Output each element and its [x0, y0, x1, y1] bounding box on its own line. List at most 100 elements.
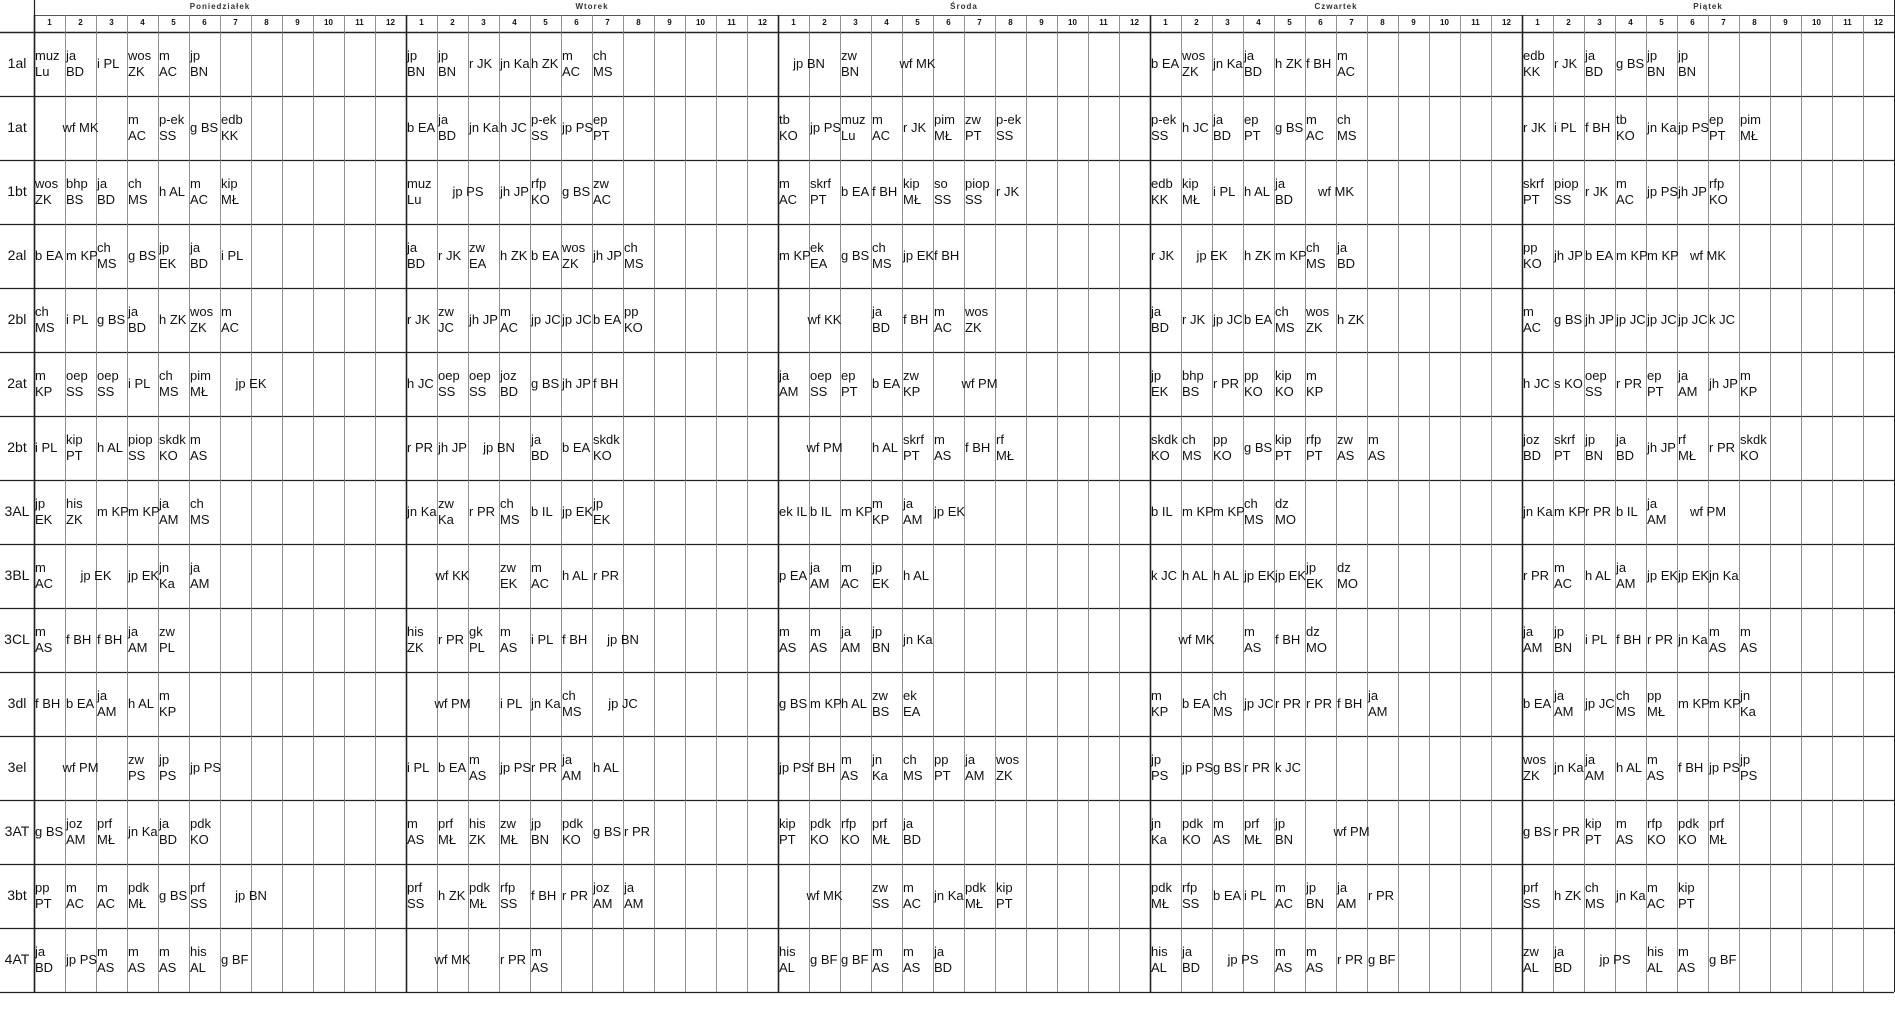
lesson-cell: m KP [1678, 696, 1710, 711]
lesson-subject: muz [35, 48, 60, 63]
lesson-cell: ch MS [97, 240, 126, 272]
lesson-cell: r PR [1585, 504, 1611, 519]
lesson-teacher: Ka [872, 768, 888, 783]
lesson-subject: m [128, 944, 139, 959]
lesson-cell: m KP [1275, 248, 1307, 263]
lesson-teacher: EK [159, 256, 177, 271]
class-name: 2at [7, 375, 27, 391]
lesson-subject: tb [1616, 112, 1627, 127]
lesson-teacher: PT [1554, 448, 1571, 463]
lesson-cell: g BS [841, 248, 870, 263]
period-number: 6 [574, 18, 579, 27]
lesson-subject: jp [872, 560, 883, 575]
lesson-teacher: ZK [965, 320, 982, 335]
period-number: 3 [109, 18, 114, 27]
lesson-cell: ja AM [1523, 624, 1552, 656]
lesson-cell: b EA [407, 120, 436, 135]
lesson-subject: pdk [190, 816, 211, 831]
lesson-subject: skrf [1554, 432, 1575, 447]
lesson-teacher: AM [593, 896, 613, 911]
lesson-subject: zw [500, 560, 516, 575]
lesson-cell: zw Ka [438, 496, 467, 528]
lesson-teacher: BD [1337, 256, 1356, 271]
lesson-teacher: KO [1647, 832, 1666, 847]
lesson-subject: m [779, 624, 790, 639]
lesson-subject: ch [562, 688, 576, 703]
lesson-subject: ja [1647, 496, 1658, 511]
lesson-cell: pdk KO [190, 816, 219, 848]
lesson-teacher: PS [159, 768, 177, 783]
lesson-cell: prf MŁ [1709, 816, 1738, 848]
period-number: 7 [1721, 18, 1726, 27]
lesson-teacher: AM [1647, 512, 1667, 527]
lesson-teacher: AM [965, 768, 985, 783]
lesson-cell: jn Ka [531, 696, 561, 711]
lesson-teacher: AS [190, 448, 208, 463]
lesson-cell: g BF [1368, 952, 1396, 967]
lesson-teacher: PT [1585, 832, 1602, 847]
lesson-subject: zw [1523, 944, 1539, 959]
lesson-cell: m AS [159, 944, 188, 976]
lesson-subject: jp [1585, 432, 1596, 447]
lesson-teacher: BN [872, 640, 891, 655]
lesson-cell: g BS [1244, 440, 1273, 455]
lesson-subject: ch [1244, 496, 1258, 511]
lesson-cell: zw EK [500, 560, 529, 592]
lesson-teacher: AS [1213, 832, 1231, 847]
lesson-cell: jp EK [1244, 568, 1276, 583]
lesson-cell: m AS [190, 432, 219, 464]
lesson-teacher: BD [35, 960, 54, 975]
lesson-cell: oep SS [438, 368, 467, 400]
lesson-subject: m [1151, 688, 1162, 703]
lesson-subject: m [872, 944, 883, 959]
lesson-subject: jn [1151, 816, 1162, 831]
lesson-cell: m AC [221, 304, 250, 336]
lesson-subject: pim [190, 368, 211, 383]
period-number: 7 [977, 18, 982, 27]
lesson-cell: m KP [97, 504, 129, 519]
lesson-teacher: AS [1709, 640, 1727, 655]
lesson-subject: ch [1585, 880, 1599, 895]
lesson-cell: ja BD [1244, 48, 1273, 80]
lesson-subject: pp [1647, 688, 1662, 703]
lesson-subject: skdk [159, 432, 186, 447]
lesson-subject: ch [624, 240, 638, 255]
lesson-teacher: AM [779, 384, 799, 399]
lesson-subject: rfp [1709, 176, 1725, 191]
class-name: 3BL [4, 567, 30, 583]
lesson-cell: kip PT [1275, 432, 1304, 464]
period-number: 6 [202, 18, 207, 27]
lesson-cell: dz MO [1337, 560, 1366, 592]
lesson-teacher: AC [221, 320, 240, 335]
lesson-cell: h ZK [1554, 888, 1582, 903]
lesson-cell: jp JC [1678, 312, 1708, 327]
lesson-cell: his ZK [66, 496, 95, 528]
lesson-cell: ja AM [903, 496, 932, 528]
lesson-cell: jp JC [1213, 312, 1243, 327]
lesson-cell: his AL [190, 944, 219, 976]
class-name: 3dl [7, 695, 27, 711]
lesson-subject: p-ek [531, 112, 557, 127]
lesson-subject: m [1306, 112, 1317, 127]
lesson-cell: pdk KO [562, 816, 591, 848]
lesson-subject: ja [128, 624, 139, 639]
lesson-cell: zw PT [965, 112, 994, 144]
lesson-cell: jp JC [1647, 312, 1677, 327]
lesson-subject: jp [872, 624, 883, 639]
period-number: 3 [1225, 18, 1230, 27]
lesson-teacher: SS [97, 384, 115, 399]
period-number: 11 [1099, 18, 1108, 27]
lesson-cell: ch MS [1275, 304, 1304, 336]
lesson-subject: zw [841, 48, 857, 63]
lesson-teacher: EK [35, 512, 53, 527]
lesson-teacher: JC [438, 320, 454, 335]
lesson-cell: h AL [1213, 568, 1240, 583]
lesson-cell: jn Ka [1678, 632, 1708, 647]
lesson-teacher: KP [1740, 384, 1758, 399]
lesson-teacher: Ka [1740, 704, 1756, 719]
lesson-cell: m AC [779, 176, 808, 208]
lesson-cell: r PR [1616, 376, 1642, 391]
lesson-cell: ja BD [1337, 240, 1366, 272]
lesson-cell: f BH [872, 184, 898, 199]
lesson-cell: wos ZK [35, 176, 64, 208]
